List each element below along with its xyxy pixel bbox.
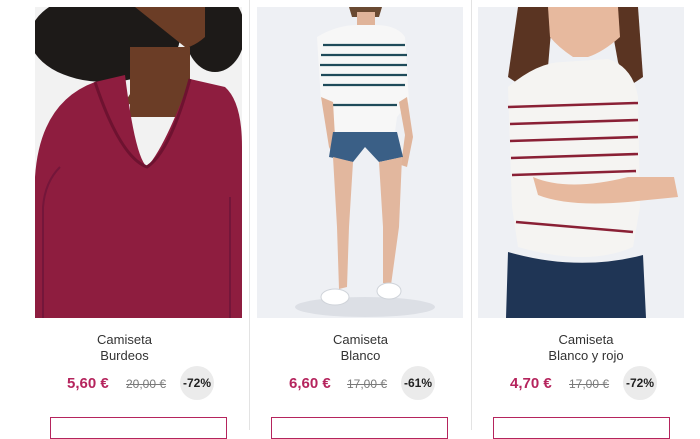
product-name: Camiseta xyxy=(333,332,388,347)
product-title[interactable]: Camiseta Blanco xyxy=(250,332,471,364)
product-name: Camiseta xyxy=(558,332,614,347)
add-to-cart-button[interactable] xyxy=(493,417,670,439)
product-color: Blanco xyxy=(340,348,381,363)
price-row: 5,60 € 20,00 € -72% xyxy=(0,366,249,400)
product-card-3[interactable]: Camiseta Blanco y rojo 4,70 € 17,00 € -7… xyxy=(472,0,700,439)
sale-price: 4,70 € xyxy=(510,375,552,392)
white-red-striped-tshirt-photo-icon xyxy=(478,7,684,318)
add-to-cart-button[interactable] xyxy=(271,417,448,439)
product-title[interactable]: Camiseta Blanco y rojo xyxy=(472,332,700,364)
product-color: Blanco y rojo xyxy=(548,348,624,363)
product-image-white[interactable] xyxy=(257,7,463,318)
sale-price: 5,60 € xyxy=(67,375,109,392)
discount-badge: -72% xyxy=(623,366,657,400)
sale-price: 6,60 € xyxy=(289,375,331,392)
product-card-1[interactable]: Camiseta Burdeos 5,60 € 20,00 € -72% xyxy=(0,0,249,439)
discount-badge: -72% xyxy=(180,366,214,400)
product-color: Burdeos xyxy=(100,348,149,363)
white-striped-tshirt-photo-icon xyxy=(257,7,463,318)
burgundy-tshirt-photo-icon xyxy=(35,7,242,318)
product-grid: Camiseta Burdeos 5,60 € 20,00 € -72% Cam… xyxy=(0,0,700,439)
price-row: 6,60 € 17,00 € -61% xyxy=(250,366,471,400)
product-image-white-red[interactable] xyxy=(478,7,684,318)
add-to-cart-button[interactable] xyxy=(50,417,227,439)
product-name: Camiseta xyxy=(97,332,152,347)
discount-badge: -61% xyxy=(401,366,435,400)
product-image-burgundy[interactable] xyxy=(35,7,242,318)
original-price: 17,00 € xyxy=(347,377,388,391)
original-price: 20,00 € xyxy=(126,377,167,391)
product-card-2[interactable]: Camiseta Blanco 6,60 € 17,00 € -61% xyxy=(250,0,471,439)
price-row: 4,70 € 17,00 € -72% xyxy=(472,366,700,400)
product-title[interactable]: Camiseta Burdeos xyxy=(0,332,249,364)
original-price: 17,00 € xyxy=(569,377,610,391)
